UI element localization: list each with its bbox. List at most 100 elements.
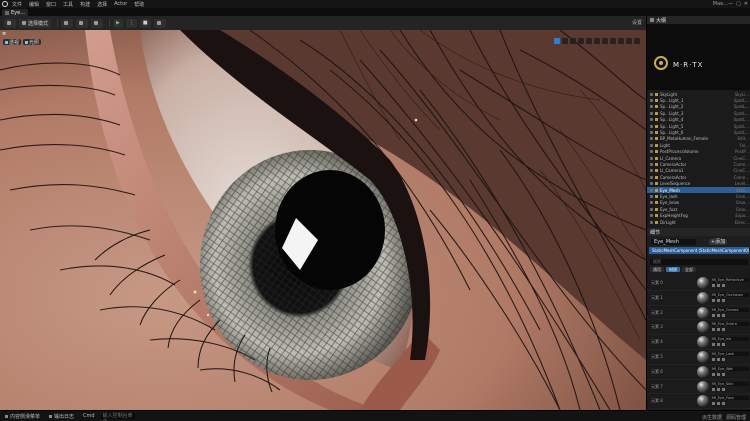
add-component-button[interactable]: +添加 <box>709 239 727 245</box>
scale-snap-icon[interactable] <box>618 38 624 44</box>
source-control-button[interactable]: 源码管理 <box>726 414 746 421</box>
minimize-button[interactable]: — <box>728 1 733 7</box>
browse-icon[interactable] <box>712 298 715 302</box>
visibility-eye-icon[interactable] <box>650 162 653 166</box>
visibility-eye-icon[interactable] <box>650 169 653 173</box>
visibility-eye-icon[interactable] <box>650 220 653 224</box>
maximize-viewport-icon[interactable] <box>634 38 640 44</box>
material-thumbnail[interactable] <box>697 321 709 334</box>
reset-icon[interactable] <box>722 328 725 332</box>
material-thumbnail[interactable] <box>697 336 709 349</box>
use-selected-icon[interactable] <box>717 284 720 287</box>
use-selected-icon[interactable] <box>717 313 720 317</box>
cinematics-button[interactable] <box>91 18 104 28</box>
outliner-row[interactable]: DirLight Direc... <box>647 219 750 225</box>
visibility-eye-icon[interactable] <box>650 188 653 192</box>
reset-icon[interactable] <box>722 313 725 317</box>
surface-snap-icon[interactable] <box>594 38 600 44</box>
visibility-eye-icon[interactable] <box>650 131 653 135</box>
use-selected-icon[interactable] <box>717 402 720 406</box>
close-button[interactable]: ✕ <box>744 1 748 7</box>
browse-icon[interactable] <box>712 343 715 347</box>
visibility-eye-icon[interactable] <box>650 137 653 141</box>
grid-snap-icon[interactable] <box>602 38 608 44</box>
material-thumbnail[interactable] <box>697 277 709 289</box>
scale-tool-icon[interactable] <box>578 38 584 44</box>
visibility-eye-icon[interactable] <box>650 92 653 96</box>
menu-build[interactable]: 构建 <box>80 1 90 8</box>
material-picker[interactable]: MI_Eye_Lash <box>712 351 749 356</box>
material-picker[interactable]: MI_Eye_Fuzz <box>712 396 749 401</box>
material-picker[interactable]: MI_Eye_Wet <box>712 366 749 371</box>
browse-icon[interactable] <box>712 357 715 361</box>
quick-add-button[interactable] <box>61 18 74 28</box>
use-selected-icon[interactable] <box>717 328 720 332</box>
menu-select[interactable]: 选择 <box>97 1 107 8</box>
move-tool-icon[interactable] <box>562 38 568 44</box>
material-thumbnail[interactable] <box>697 291 709 304</box>
use-selected-icon[interactable] <box>717 372 720 376</box>
material-picker[interactable]: MI_Eye_Cornea <box>712 307 749 312</box>
browse-icon[interactable] <box>712 387 715 391</box>
visibility-eye-icon[interactable] <box>650 214 653 218</box>
play-button[interactable]: ▶ <box>113 18 123 28</box>
visibility-eye-icon[interactable] <box>650 150 653 154</box>
tab-general[interactable]: 通用 <box>650 267 664 272</box>
visibility-eye-icon[interactable] <box>650 194 653 198</box>
material-thumbnail[interactable] <box>697 306 709 319</box>
blueprint-button[interactable] <box>76 18 89 28</box>
menu-window[interactable]: 窗口 <box>46 1 56 8</box>
play-options-button[interactable]: ⋮ <box>125 18 137 28</box>
content-drawer-button[interactable]: 内容侧滑菜单 <box>2 413 43 420</box>
visibility-eye-icon[interactable] <box>650 156 653 160</box>
select-tool-icon[interactable] <box>554 38 560 44</box>
visibility-eye-icon[interactable] <box>650 207 653 211</box>
reset-icon[interactable] <box>722 387 725 391</box>
save-button[interactable] <box>4 18 16 28</box>
tab-all[interactable]: 全部 <box>682 267 696 272</box>
rotate-snap-icon[interactable] <box>610 38 616 44</box>
browse-icon[interactable] <box>712 313 715 317</box>
menu-file[interactable]: 文件 <box>12 1 22 8</box>
menu-edit[interactable]: 编辑 <box>29 1 39 8</box>
tab-materials[interactable]: 材质 <box>666 267 680 272</box>
browse-icon[interactable] <box>712 284 715 287</box>
material-thumbnail[interactable] <box>697 380 709 393</box>
reset-icon[interactable] <box>722 284 725 287</box>
rotate-tool-icon[interactable] <box>570 38 576 44</box>
reset-icon[interactable] <box>722 402 725 406</box>
visibility-eye-icon[interactable] <box>650 201 653 205</box>
derived-data-button[interactable]: 派生数据 <box>702 414 722 421</box>
use-selected-icon[interactable] <box>717 387 720 391</box>
maximize-button[interactable]: ▢ <box>736 1 741 7</box>
output-log-button[interactable]: 输出日志 <box>46 413 77 420</box>
material-thumbnail[interactable] <box>697 365 709 378</box>
level-tab[interactable]: Eye... <box>2 9 28 16</box>
material-thumbnail[interactable] <box>697 350 709 363</box>
material-thumbnail[interactable] <box>697 395 709 408</box>
stop-button[interactable]: ■ <box>139 18 151 28</box>
menu-tools[interactable]: 工具 <box>63 1 73 8</box>
camera-speed-icon[interactable] <box>626 38 632 44</box>
visibility-eye-icon[interactable] <box>650 118 653 122</box>
details-search-input[interactable]: 搜索 <box>650 259 748 265</box>
menu-help[interactable]: 帮助 <box>134 1 144 8</box>
browse-icon[interactable] <box>712 402 715 406</box>
use-selected-icon[interactable] <box>717 298 720 302</box>
material-picker[interactable]: MI_Eye_Sclera <box>712 322 749 327</box>
visibility-eye-icon[interactable] <box>650 124 653 128</box>
use-selected-icon[interactable] <box>717 357 720 361</box>
viewport-perspective-button[interactable]: 透视 <box>3 39 22 46</box>
browse-icon[interactable] <box>712 328 715 332</box>
material-picker[interactable]: MI_Eye_Skin <box>712 381 749 386</box>
reset-icon[interactable] <box>722 372 725 376</box>
select-mode-button[interactable]: 选择模式 <box>19 18 52 28</box>
material-picker[interactable]: MI_Eye_Iris <box>712 337 749 342</box>
visibility-eye-icon[interactable] <box>650 111 653 115</box>
visibility-eye-icon[interactable] <box>650 99 653 103</box>
menu-actor[interactable]: Actor <box>114 1 127 7</box>
component-row[interactable]: StaticMeshComponent (StaticMeshComponent… <box>649 247 749 254</box>
viewport-lit-button[interactable]: 光照 <box>23 39 42 46</box>
reset-icon[interactable] <box>722 343 725 347</box>
reset-icon[interactable] <box>722 298 725 302</box>
